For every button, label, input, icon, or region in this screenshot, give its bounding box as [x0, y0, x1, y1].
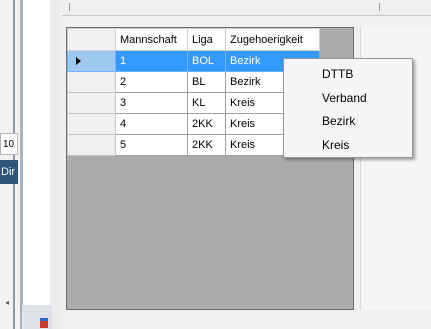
table-row[interactable]: 3 KL Kreis — [67, 92, 320, 114]
cell-liga[interactable]: 2KK — [187, 113, 226, 135]
table-row[interactable]: 4 2KK Kreis — [67, 113, 320, 135]
cell-liga[interactable]: KL — [187, 92, 226, 114]
menu-item-bezirk[interactable]: Bezirk — [322, 114, 355, 128]
menu-item-verband[interactable]: Verband — [322, 91, 367, 105]
row-header-cell[interactable] — [67, 92, 116, 114]
cell-liga[interactable]: 2KK — [187, 134, 226, 156]
grid-corner-header[interactable] — [67, 28, 116, 51]
row-header-cell[interactable] — [67, 71, 116, 93]
menu-item-dttb[interactable]: DTTB — [322, 67, 353, 81]
parent-selected-item-text: Dir — [1, 166, 16, 178]
parent-cell[interactable]: 10 — [0, 133, 18, 155]
parent-window-pane — [23, 0, 50, 329]
top-toolbar-fragment — [62, 0, 431, 16]
cell-liga[interactable]: BOL — [187, 50, 226, 72]
table-row[interactable]: 2 BL Bezirk — [67, 71, 320, 93]
current-row-arrow-icon — [76, 57, 81, 65]
grid-header-row: Mannschaft Liga Zugehoerigkeit — [67, 28, 320, 51]
cell-liga[interactable]: BL — [187, 71, 226, 93]
cell-mannschaft[interactable]: 4 — [115, 113, 188, 135]
column-header-mannschaft[interactable]: Mannschaft — [115, 28, 188, 51]
cell-mannschaft[interactable]: 1 — [115, 50, 188, 72]
cell-mannschaft[interactable]: 2 — [115, 71, 188, 93]
column-header-liga[interactable]: Liga — [187, 28, 226, 51]
parent-window-edge — [50, 0, 60, 329]
row-header-cell[interactable] — [67, 113, 116, 135]
table-row[interactable]: 1 BOL Bezirk — [67, 50, 320, 72]
zugehoerigkeit-dropdown-menu[interactable]: DTTB Verband Bezirk Kreis — [283, 58, 413, 158]
toolbar-separator — [69, 3, 70, 11]
parent-cell-text: 10 — [3, 139, 15, 150]
cell-mannschaft[interactable]: 3 — [115, 92, 188, 114]
parent-selected-item[interactable]: Dir — [0, 160, 18, 184]
scroll-left-arrow-icon[interactable]: ◂ — [1, 297, 13, 309]
app-taskbar-icon[interactable] — [40, 318, 48, 328]
row-header-cell[interactable] — [67, 50, 116, 72]
toolbar-separator — [379, 3, 380, 11]
cell-mannschaft[interactable]: 5 — [115, 134, 188, 156]
menu-item-kreis[interactable]: Kreis — [322, 138, 349, 152]
column-header-zugehoerigkeit[interactable]: Zugehoerigkeit — [225, 28, 320, 51]
table-row[interactable]: 5 2KK Kreis — [67, 134, 320, 156]
row-header-cell[interactable] — [67, 134, 116, 156]
